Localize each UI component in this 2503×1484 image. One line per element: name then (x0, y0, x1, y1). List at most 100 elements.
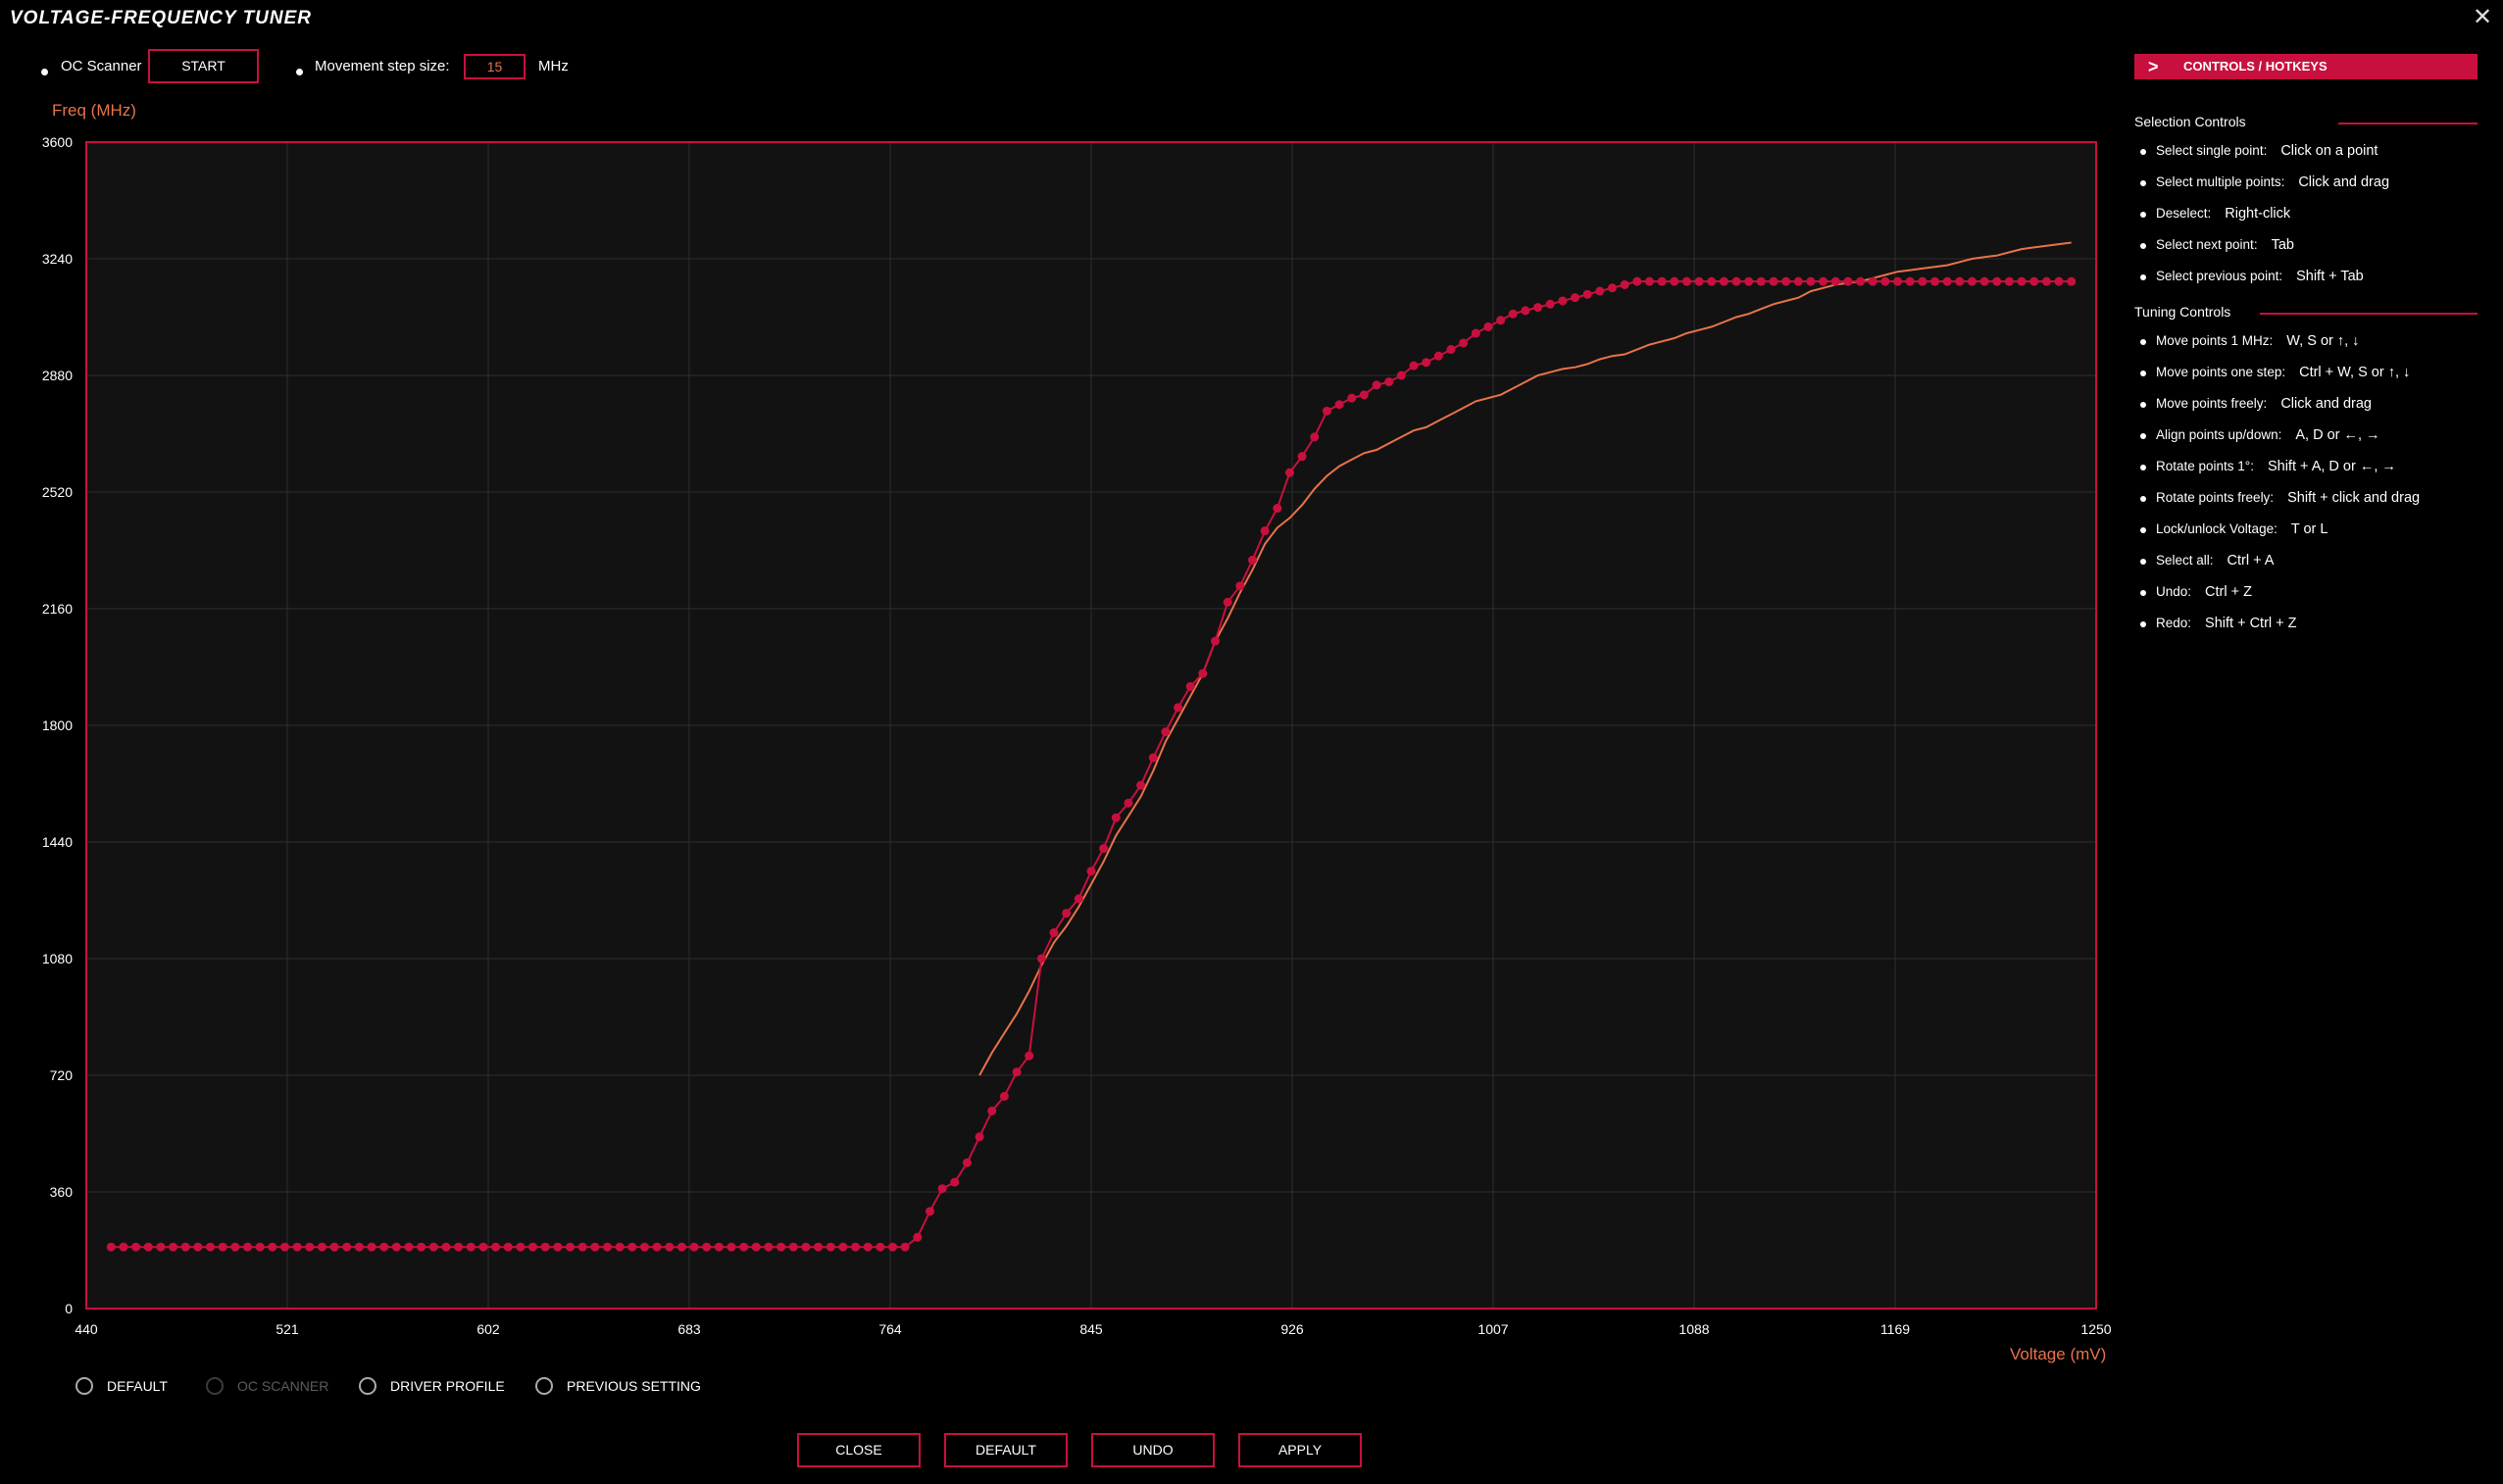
curve-point[interactable] (676, 1242, 686, 1252)
curve-point[interactable] (665, 1242, 675, 1252)
curve-point[interactable] (1942, 276, 1952, 286)
curve-point[interactable] (454, 1242, 464, 1252)
curve-point[interactable] (739, 1242, 749, 1252)
curve-point[interactable] (888, 1242, 898, 1252)
radio-icon[interactable] (359, 1377, 376, 1395)
curve-point[interactable] (1297, 452, 1307, 462)
curve-point[interactable] (2067, 276, 2077, 286)
curve-point[interactable] (1409, 361, 1419, 371)
curve-point[interactable] (1955, 276, 1965, 286)
curve-point[interactable] (1273, 504, 1282, 514)
curve-point[interactable] (1756, 276, 1766, 286)
default-button[interactable]: DEFAULT (944, 1433, 1068, 1467)
curve-point[interactable] (553, 1242, 563, 1252)
curve-point[interactable] (975, 1132, 984, 1142)
curve-point[interactable] (1483, 322, 1493, 331)
curve-point[interactable] (1657, 276, 1667, 286)
curve-point[interactable] (1967, 276, 1977, 286)
curve-point[interactable] (2004, 276, 2014, 286)
curve-point[interactable] (279, 1242, 289, 1252)
curve-point[interactable] (441, 1242, 451, 1252)
curve-point[interactable] (751, 1242, 761, 1252)
curve-point[interactable] (1793, 276, 1803, 286)
curve-point[interactable] (1521, 306, 1530, 316)
curve-point[interactable] (516, 1242, 526, 1252)
curve-point[interactable] (1446, 345, 1456, 355)
curve-point[interactable] (404, 1242, 414, 1252)
curve-point[interactable] (1620, 279, 1629, 289)
curve-point[interactable] (987, 1106, 997, 1115)
curve-point[interactable] (1174, 703, 1183, 713)
curve-point[interactable] (566, 1242, 576, 1252)
curve-point[interactable] (702, 1242, 712, 1252)
radio-icon[interactable] (75, 1377, 93, 1395)
curve-point[interactable] (354, 1242, 364, 1252)
close-window-icon[interactable]: ✕ (2473, 4, 2492, 31)
curve-point[interactable] (1161, 727, 1171, 737)
curve-point[interactable] (788, 1242, 798, 1252)
curve-point[interactable] (193, 1242, 203, 1252)
curve-point[interactable] (1062, 909, 1072, 918)
curve-point[interactable] (962, 1158, 972, 1167)
curve-point[interactable] (1893, 276, 1903, 286)
curve-point[interactable] (1372, 380, 1381, 390)
curve-point[interactable] (1558, 296, 1568, 306)
vf-curve-chart[interactable]: 440 521 602 683 764 845 926 1007 1088 1169 1250 0 36… (0, 0, 2137, 1372)
curve-point[interactable] (726, 1242, 736, 1252)
curve-point[interactable] (466, 1242, 476, 1252)
curve-point[interactable] (292, 1242, 302, 1252)
curve-point[interactable] (913, 1232, 923, 1242)
curve-point[interactable] (243, 1242, 253, 1252)
close-button[interactable]: CLOSE (797, 1433, 921, 1467)
curve-point[interactable] (2054, 276, 2064, 286)
curve-point[interactable] (1384, 377, 1394, 387)
curve-point[interactable] (1422, 358, 1431, 368)
curve-point[interactable] (305, 1242, 315, 1252)
profile-default[interactable]: DEFAULT (75, 1377, 168, 1395)
curve-point[interactable] (156, 1242, 166, 1252)
curve-point[interactable] (1533, 303, 1543, 313)
curve-point[interactable] (1979, 276, 1989, 286)
curve-point[interactable] (1571, 293, 1580, 303)
curve-point[interactable] (863, 1242, 873, 1252)
curve-point[interactable] (317, 1242, 326, 1252)
curve-point[interactable] (1496, 316, 1506, 325)
curve-point[interactable] (826, 1242, 835, 1252)
curve-point[interactable] (1284, 468, 1294, 477)
curve-point[interactable] (417, 1242, 426, 1252)
curve-point[interactable] (503, 1242, 513, 1252)
curve-point[interactable] (590, 1242, 600, 1252)
curve-point[interactable] (851, 1242, 861, 1252)
curve-point[interactable] (776, 1242, 786, 1252)
curve-point[interactable] (428, 1242, 438, 1252)
curve-point[interactable] (950, 1177, 960, 1187)
curve-point[interactable] (1806, 276, 1816, 286)
controls-panel-header[interactable]: > CONTROLS / HOTKEYS (2134, 54, 2478, 79)
curve-point[interactable] (801, 1242, 811, 1252)
curve-point[interactable] (180, 1242, 190, 1252)
curve-point[interactable] (206, 1242, 216, 1252)
curve-point[interactable] (1471, 328, 1480, 338)
radio-icon[interactable] (535, 1377, 553, 1395)
curve-point[interactable] (367, 1242, 376, 1252)
curve-point[interactable] (1781, 276, 1791, 286)
curve-point[interactable] (577, 1242, 587, 1252)
curve-point[interactable] (1347, 393, 1357, 403)
curve-point[interactable] (131, 1242, 141, 1252)
curve-point[interactable] (1211, 636, 1221, 646)
curve-point[interactable] (1929, 276, 1939, 286)
curve-point[interactable] (1036, 954, 1046, 964)
curve-point[interactable] (814, 1242, 824, 1252)
curve-point[interactable] (1707, 276, 1717, 286)
curve-point[interactable] (391, 1242, 401, 1252)
curve-point[interactable] (937, 1184, 947, 1194)
curve-point[interactable] (1607, 283, 1617, 293)
curve-point[interactable] (1099, 844, 1109, 854)
curve-point[interactable] (1694, 276, 1704, 286)
curve-point[interactable] (1670, 276, 1679, 286)
curve-point[interactable] (1136, 780, 1146, 790)
curve-point[interactable] (528, 1242, 538, 1252)
apply-button[interactable]: APPLY (1238, 1433, 1362, 1467)
curve-point[interactable] (652, 1242, 662, 1252)
curve-point[interactable] (1545, 299, 1555, 309)
